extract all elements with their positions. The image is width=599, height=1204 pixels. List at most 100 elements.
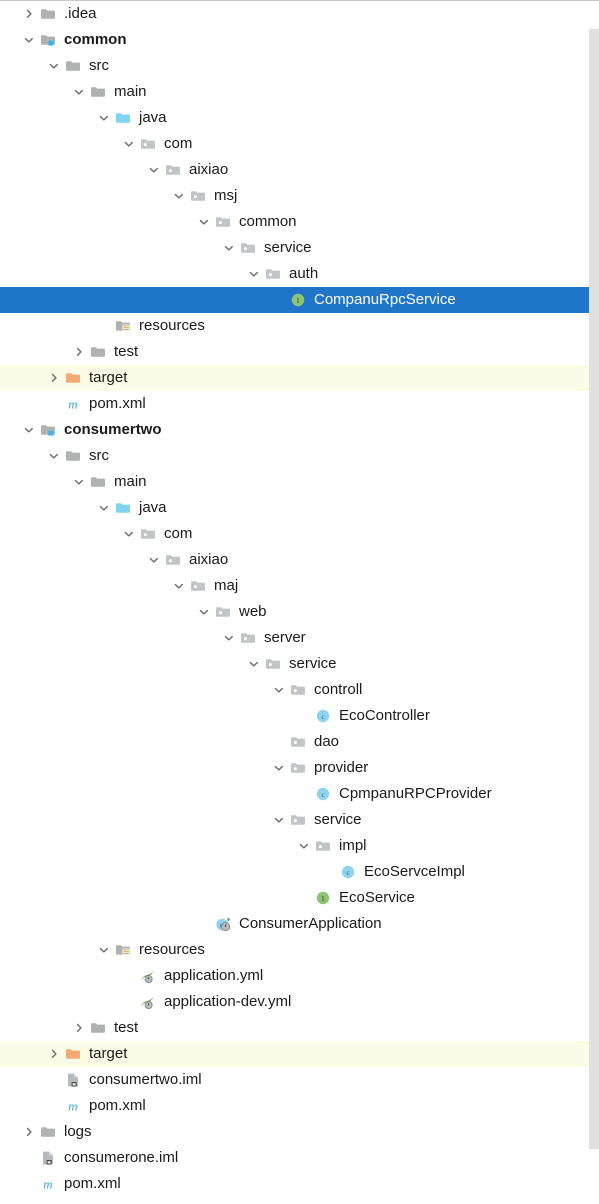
tree-row[interactable]: logs bbox=[0, 1119, 599, 1145]
chevron-down-icon[interactable] bbox=[145, 161, 163, 179]
tree-row[interactable]: server bbox=[0, 625, 599, 651]
tree-row[interactable]: impl bbox=[0, 833, 599, 859]
tree-row[interactable]: .idea bbox=[0, 1, 599, 27]
chevron-down-icon[interactable] bbox=[95, 499, 113, 517]
chevron-down-icon[interactable] bbox=[270, 811, 288, 829]
maven-pom-icon: m bbox=[65, 1097, 85, 1115]
chevron-down-icon[interactable] bbox=[70, 83, 88, 101]
chevron-down-icon[interactable] bbox=[195, 213, 213, 231]
chevron-right-icon[interactable] bbox=[20, 1123, 38, 1141]
chevron-down-icon[interactable] bbox=[95, 941, 113, 959]
folder-source-icon bbox=[115, 109, 135, 127]
chevron-right-icon[interactable] bbox=[70, 1019, 88, 1037]
folder-source-icon bbox=[115, 499, 135, 517]
tree-row[interactable]: controll bbox=[0, 677, 599, 703]
chevron-placeholder bbox=[270, 291, 288, 309]
tree-row[interactable]: java bbox=[0, 105, 599, 131]
chevron-down-icon[interactable] bbox=[245, 265, 263, 283]
tree-row[interactable]: application-dev.yml bbox=[0, 989, 599, 1015]
tree-row[interactable]: service bbox=[0, 651, 599, 677]
tree-row[interactable]: c ConsumerApplication bbox=[0, 911, 599, 937]
tree-row[interactable]: resources bbox=[0, 313, 599, 339]
chevron-down-icon[interactable] bbox=[95, 109, 113, 127]
chevron-placeholder bbox=[20, 1175, 38, 1193]
tree-row[interactable]: consumerone.iml bbox=[0, 1145, 599, 1171]
tree-row[interactable]: target bbox=[0, 1041, 599, 1067]
tree-row[interactable]: msj bbox=[0, 183, 599, 209]
chevron-right-icon[interactable] bbox=[45, 1045, 63, 1063]
folder-package-icon bbox=[240, 239, 260, 257]
folder-gray-icon bbox=[90, 83, 110, 101]
tree-row[interactable]: src bbox=[0, 53, 599, 79]
chevron-right-icon[interactable] bbox=[20, 5, 38, 23]
tree-row[interactable]: auth bbox=[0, 261, 599, 287]
chevron-down-icon[interactable] bbox=[195, 603, 213, 621]
project-tree-panel[interactable]: .idea common src main java com aixiao msj common… bbox=[0, 0, 599, 1204]
chevron-down-icon[interactable] bbox=[170, 577, 188, 595]
tree-row[interactable]: I EcoService bbox=[0, 885, 599, 911]
tree-row[interactable]: m pom.xml bbox=[0, 1171, 599, 1197]
chevron-down-icon[interactable] bbox=[220, 629, 238, 647]
chevron-down-icon[interactable] bbox=[170, 187, 188, 205]
project-tree-list[interactable]: .idea common src main java com aixiao msj common… bbox=[0, 1, 599, 1197]
tree-row[interactable]: common bbox=[0, 209, 599, 235]
chevron-down-icon[interactable] bbox=[270, 759, 288, 777]
chevron-down-icon[interactable] bbox=[270, 681, 288, 699]
tree-row[interactable]: consumertwo.iml bbox=[0, 1067, 599, 1093]
tree-row[interactable]: application.yml bbox=[0, 963, 599, 989]
tree-row[interactable]: target bbox=[0, 365, 599, 391]
tree-row[interactable]: service bbox=[0, 807, 599, 833]
tree-row[interactable]: web bbox=[0, 599, 599, 625]
chevron-down-icon[interactable] bbox=[245, 655, 263, 673]
tree-row-label: common bbox=[239, 213, 297, 230]
tree-row[interactable]: resources bbox=[0, 937, 599, 963]
tree-row[interactable]: c CpmpanuRPCProvider bbox=[0, 781, 599, 807]
tree-row-label: CpmpanuRPCProvider bbox=[339, 785, 492, 802]
tree-row[interactable]: c EcoController bbox=[0, 703, 599, 729]
tree-row[interactable]: src bbox=[0, 443, 599, 469]
tree-row[interactable]: com bbox=[0, 521, 599, 547]
tree-row[interactable]: c EcoServceImpl bbox=[0, 859, 599, 885]
tree-row[interactable]: aixiao bbox=[0, 547, 599, 573]
chevron-down-icon[interactable] bbox=[45, 447, 63, 465]
tree-row[interactable]: provider bbox=[0, 755, 599, 781]
chevron-down-icon[interactable] bbox=[20, 31, 38, 49]
tree-row-label: provider bbox=[314, 759, 369, 776]
tree-row[interactable]: main bbox=[0, 469, 599, 495]
folder-package-icon bbox=[290, 681, 310, 699]
vertical-scrollbar[interactable] bbox=[589, 1, 599, 1204]
tree-row[interactable]: aixiao bbox=[0, 157, 599, 183]
tree-row[interactable]: test bbox=[0, 1015, 599, 1041]
tree-row-label: logs bbox=[64, 1123, 92, 1140]
tree-row[interactable]: com bbox=[0, 131, 599, 157]
tree-row[interactable]: test bbox=[0, 339, 599, 365]
folder-resources-icon bbox=[115, 941, 135, 959]
tree-row[interactable]: maj bbox=[0, 573, 599, 599]
tree-row[interactable]: java bbox=[0, 495, 599, 521]
chevron-down-icon[interactable] bbox=[70, 473, 88, 491]
chevron-right-icon[interactable] bbox=[45, 369, 63, 387]
tree-row[interactable]: common bbox=[0, 27, 599, 53]
tree-row[interactable]: m pom.xml bbox=[0, 391, 599, 417]
tree-row[interactable]: dao bbox=[0, 729, 599, 755]
chevron-down-icon[interactable] bbox=[145, 551, 163, 569]
chevron-down-icon[interactable] bbox=[45, 57, 63, 75]
chevron-down-icon[interactable] bbox=[120, 135, 138, 153]
tree-row[interactable]: consumertwo bbox=[0, 417, 599, 443]
tree-row[interactable]: service bbox=[0, 235, 599, 261]
tree-row[interactable]: main bbox=[0, 79, 599, 105]
spring-yaml-icon bbox=[140, 993, 160, 1011]
chevron-down-icon[interactable] bbox=[120, 525, 138, 543]
vertical-scrollbar-thumb[interactable] bbox=[589, 29, 599, 1149]
chevron-right-icon[interactable] bbox=[70, 343, 88, 361]
chevron-down-icon[interactable] bbox=[20, 421, 38, 439]
tree-row[interactable]: I CompanuRpcService bbox=[0, 287, 599, 313]
tree-row[interactable]: m pom.xml bbox=[0, 1093, 599, 1119]
chevron-down-icon[interactable] bbox=[220, 239, 238, 257]
chevron-down-icon[interactable] bbox=[295, 837, 313, 855]
